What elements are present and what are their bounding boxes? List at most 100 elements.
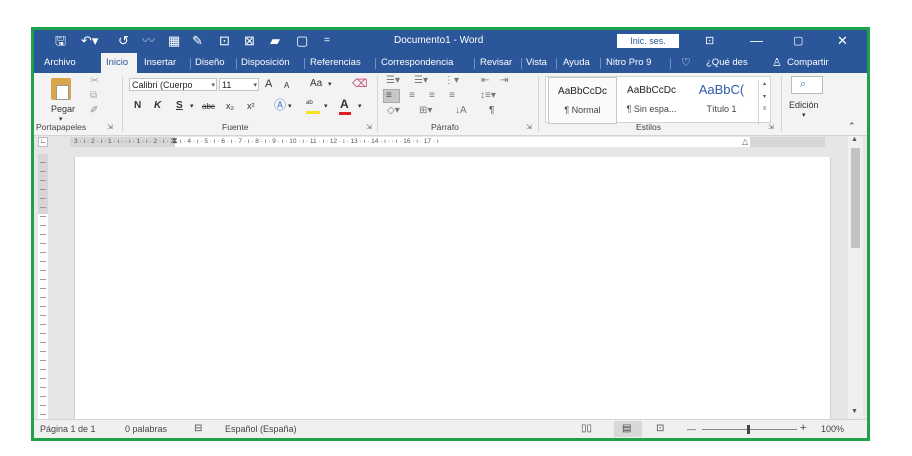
styles-launcher-icon[interactable]: ⇲ — [768, 123, 774, 131]
font-name-combo[interactable]: Calibri (Cuerpo ▾ — [129, 78, 217, 91]
bullets-icon[interactable]: ☰▾ — [386, 75, 400, 87]
font-size-combo[interactable]: 11 ▾ — [219, 78, 259, 91]
indent-marker-icon[interactable]: ⧗ — [172, 136, 178, 146]
scroll-thumb[interactable] — [851, 148, 860, 248]
chevron-down-icon[interactable]: ▾ — [759, 93, 770, 100]
share-button[interactable]: Compartir — [787, 57, 829, 68]
tell-me-input[interactable]: ¿Qué des — [706, 57, 748, 68]
customize-toolbar-icon[interactable]: = — [324, 33, 330, 49]
clipboard-launcher-icon[interactable]: ⇲ — [107, 123, 113, 131]
web-layout-icon[interactable]: ⊡ — [656, 423, 664, 434]
cut-icon[interactable]: ✂ — [90, 75, 99, 87]
tab-disposicion[interactable]: Disposición — [241, 57, 290, 68]
tab-correspondencia[interactable]: Correspondencia — [381, 57, 453, 68]
style-normal[interactable]: AaBbCcDc ¶ Normal — [548, 77, 617, 124]
share-icon[interactable]: ♙ — [772, 56, 782, 69]
tab-referencias[interactable]: Referencias — [310, 57, 361, 68]
justify-icon[interactable]: ≡ — [449, 90, 455, 102]
table-icon[interactable]: ▦ — [168, 33, 180, 49]
multilevel-list-icon[interactable]: ⋮▾ — [444, 75, 459, 87]
highlight-icon[interactable]: ᵃᵇ — [306, 97, 313, 109]
font-launcher-icon[interactable]: ⇲ — [366, 123, 372, 131]
chevron-down-icon[interactable]: ▾ — [190, 101, 194, 113]
spelling-icon[interactable]: ✎ — [192, 33, 203, 49]
zoom-in-button[interactable]: + — [800, 422, 806, 434]
format-painter-icon[interactable]: 〰 — [142, 33, 155, 49]
tab-diseno[interactable]: Diseño — [195, 57, 225, 68]
more-styles-icon[interactable]: ≡ — [759, 106, 770, 112]
chevron-down-icon[interactable]: ▾ — [802, 110, 806, 122]
chevron-up-icon[interactable]: ▴ — [759, 80, 770, 87]
show-formatting-button[interactable]: ¶ — [489, 105, 494, 117]
scroll-down-icon[interactable]: ▼ — [851, 408, 858, 415]
page-count[interactable]: Página 1 de 1 — [40, 424, 96, 434]
sort-icon[interactable]: ↓A — [455, 105, 467, 117]
align-center-icon[interactable]: ≡ — [409, 90, 415, 102]
superscript-button[interactable]: x² — [247, 100, 255, 112]
line-spacing-icon[interactable]: ↕≡▾ — [480, 90, 496, 102]
strikethrough-button[interactable]: abc — [202, 101, 215, 113]
paragraph-launcher-icon[interactable]: ⇲ — [526, 123, 532, 131]
close-icon[interactable]: ✕ — [837, 33, 848, 49]
italic-button[interactable]: K — [154, 100, 161, 112]
tab-vista[interactable]: Vista — [526, 57, 547, 68]
zoom-level[interactable]: 100% — [821, 424, 844, 434]
new-document-icon[interactable]: ▢ — [296, 33, 308, 49]
maximize-icon[interactable]: ▢ — [793, 33, 803, 49]
editing-button[interactable] — [791, 76, 823, 94]
document-page[interactable] — [74, 157, 831, 433]
lightbulb-icon[interactable]: ♡ — [681, 56, 691, 69]
tab-revisar[interactable]: Revisar — [480, 57, 512, 68]
tab-archivo[interactable]: Archivo — [44, 57, 76, 68]
chevron-down-icon[interactable]: ▾ — [328, 79, 332, 91]
borders-icon[interactable]: ⊞▾ — [419, 105, 432, 117]
chevron-down-icon[interactable]: ▾ — [324, 101, 328, 113]
minimize-icon[interactable]: — — [750, 33, 763, 49]
style-heading-1[interactable]: AaBbC( Título 1 — [688, 77, 755, 122]
underline-button[interactable]: S — [176, 100, 183, 112]
open-icon[interactable]: ▰ — [270, 33, 280, 49]
language-status[interactable]: Español (España) — [225, 424, 297, 434]
align-right-icon[interactable]: ≡ — [429, 90, 435, 102]
clear-formatting-icon[interactable]: ⌫ — [352, 78, 368, 90]
text-effects-icon[interactable]: Ⓐ — [274, 99, 286, 111]
undo-icon[interactable]: ↶▾ — [81, 33, 98, 49]
right-indent-icon[interactable]: △ — [742, 137, 748, 146]
font-color-icon[interactable]: A — [340, 98, 349, 110]
paste-button[interactable]: Pegar — [51, 103, 75, 115]
scroll-up-icon[interactable]: ▲ — [851, 136, 858, 143]
tab-insertar[interactable]: Insertar — [144, 57, 176, 68]
save-icon[interactable]: 🖫 — [55, 33, 66, 49]
proofing-icon[interactable]: ⊟ — [194, 423, 202, 434]
ruler-strip[interactable]: 3 · ı · 2 · ı · 1 · ı · · ı · 1 · ı · 2 … — [70, 136, 825, 147]
tab-selector[interactable]: ∟ — [38, 137, 48, 147]
collapse-ribbon-icon[interactable]: ⌃ — [848, 120, 856, 132]
redo-icon[interactable]: ↺ — [118, 33, 129, 49]
copy-icon[interactable]: ⧉ — [90, 90, 97, 102]
shading-icon[interactable]: ◇▾ — [387, 105, 400, 117]
shrink-font-button[interactable]: A — [284, 80, 289, 92]
bold-button[interactable]: N — [134, 100, 141, 112]
picture-icon[interactable]: ⊠ — [244, 33, 255, 49]
styles-scroll[interactable]: ▴ ▾ ≡ — [758, 80, 770, 125]
increase-indent-icon[interactable]: ⇥ — [500, 75, 508, 87]
word-count[interactable]: 0 palabras — [125, 424, 167, 434]
tab-ayuda[interactable]: Ayuda — [563, 57, 590, 68]
zoom-slider-thumb[interactable] — [747, 425, 750, 434]
decrease-indent-icon[interactable]: ⇤ — [481, 75, 489, 87]
change-case-button[interactable]: Aa — [310, 78, 322, 90]
sign-in-button[interactable]: Inic. ses. — [617, 34, 679, 48]
subscript-button[interactable]: x₂ — [226, 100, 234, 112]
chevron-down-icon[interactable]: ▾ — [288, 101, 292, 113]
tab-inicio[interactable]: Inicio — [101, 53, 137, 73]
numbering-icon[interactable]: ☰▾ — [414, 75, 428, 87]
ribbon-display-options-icon[interactable]: ⊡ — [705, 33, 714, 49]
style-no-spacing[interactable]: AaBbCcDc ¶ Sin espa... — [618, 77, 685, 122]
zoom-out-button[interactable]: — — [687, 424, 696, 434]
print-preview-icon[interactable]: ⊡ — [219, 33, 230, 49]
read-mode-icon[interactable]: ▯▯ — [581, 423, 592, 434]
vertical-scrollbar[interactable]: ▲ ▼ — [848, 136, 863, 419]
tab-nitro-pro[interactable]: Nitro Pro 9 — [606, 57, 651, 68]
chevron-down-icon[interactable]: ▾ — [358, 101, 362, 113]
grow-font-button[interactable]: A — [265, 78, 272, 90]
